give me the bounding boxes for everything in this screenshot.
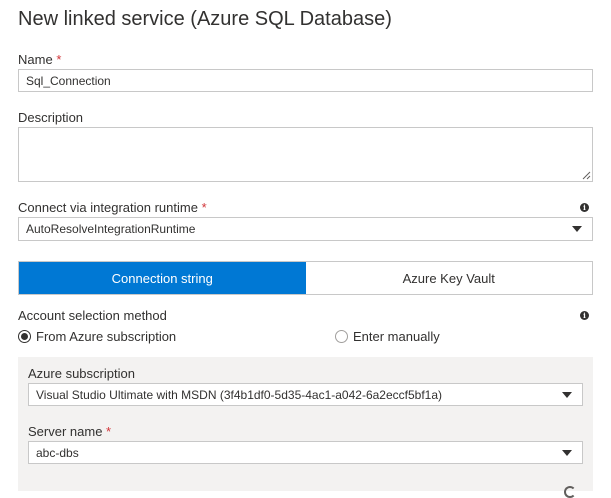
radio-selected-icon [18,330,31,343]
subscription-label: Azure subscription [28,366,135,381]
description-textarea[interactable] [18,127,593,182]
runtime-label: Connect via integration runtime * [18,200,207,215]
tab-azure-key-vault[interactable]: Azure Key Vault [306,262,593,294]
radio-label: From Azure subscription [36,329,177,344]
server-name-select[interactable]: abc-dbs [28,441,583,464]
required-mark: * [56,52,62,67]
name-label: Name * [18,52,61,67]
subscription-select[interactable]: Visual Studio Ultimate with MSDN (3f4b1d… [28,383,583,406]
server-select-value: abc-dbs [36,445,79,460]
resize-grip-icon[interactable] [582,171,591,180]
description-label: Description [18,110,84,125]
auth-tabs: Connection string Azure Key Vault [18,261,593,295]
required-mark: * [106,424,112,439]
info-icon[interactable]: i [580,203,589,212]
name-input[interactable]: Sql_Connection [18,69,593,92]
tab-connection-string[interactable]: Connection string [19,262,306,294]
radio-unselected-icon [335,330,348,343]
runtime-label-text: Connect via integration runtime [18,200,198,215]
radio-label: Enter manually [353,329,440,344]
chevron-down-icon [562,391,572,398]
runtime-select-value: AutoResolveIntegrationRuntime [26,222,196,236]
chevron-down-icon [562,449,572,456]
radio-enter-manually[interactable]: Enter manually [335,329,440,344]
runtime-select[interactable]: AutoResolveIntegrationRuntime [18,217,593,241]
subscription-panel: Azure subscription Visual Studio Ultimat… [18,357,593,491]
chevron-down-icon [572,226,582,232]
dialog-title: New linked service (Azure SQL Database) [18,8,392,30]
info-icon[interactable]: i [580,311,589,320]
required-mark: * [201,200,207,215]
server-label-text: Server name [28,424,103,439]
subscription-select-value: Visual Studio Ultimate with MSDN (3f4b1d… [36,387,443,402]
refresh-icon[interactable] [564,486,576,498]
name-input-value: Sql_Connection [26,73,111,88]
name-label-text: Name [18,52,53,67]
server-name-label: Server name * [28,424,111,439]
account-method-label: Account selection method [18,308,167,323]
radio-from-azure-subscription[interactable]: From Azure subscription [18,329,176,344]
